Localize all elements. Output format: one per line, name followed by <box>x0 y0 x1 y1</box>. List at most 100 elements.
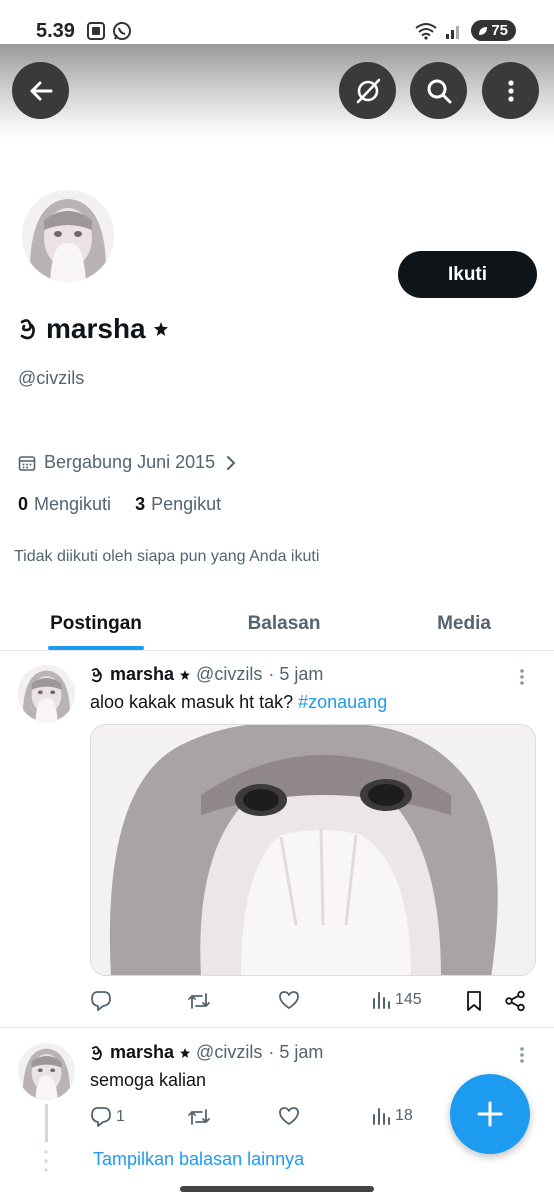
post-actions: 145 <box>90 990 536 1016</box>
chevron-right-icon <box>227 455 236 470</box>
more-options-button[interactable] <box>482 62 539 119</box>
joined-date: Bergabung Juni 2015 <box>44 452 216 472</box>
post-avatar[interactable] <box>18 1043 75 1100</box>
search-icon <box>427 79 451 103</box>
followers-label: Pengikut <box>151 494 222 514</box>
profile-display-name: marsha <box>18 313 168 345</box>
repost-icon <box>188 1109 210 1125</box>
followers-link[interactable]: 3 Pengikut <box>135 494 221 515</box>
star-icon <box>180 1047 191 1058</box>
bookmark-button[interactable] <box>465 990 483 1012</box>
post-author-name[interactable]: marsha <box>110 1042 174 1063</box>
joined-date-row[interactable]: Bergabung Juni 2015 <box>18 452 239 473</box>
show-more-replies-link[interactable]: Tampilkan balasan lainnya <box>93 1149 304 1170</box>
post-time: · 5 jam <box>268 1042 324 1062</box>
thread-line <box>45 1104 48 1142</box>
profile-handle: @civzils <box>18 368 85 388</box>
profile-banner <box>0 44 554 144</box>
heart-icon <box>279 1107 299 1125</box>
following-label: Mengikuti <box>34 494 112 514</box>
arrow-left-icon <box>30 81 52 100</box>
active-tab-indicator <box>48 646 144 650</box>
post-author-name[interactable]: marsha <box>110 664 174 685</box>
profile-name: marsha <box>46 313 146 344</box>
battery-level: 75 <box>491 22 508 39</box>
like-button[interactable] <box>278 990 304 1010</box>
star-icon <box>153 322 168 336</box>
curl-icon <box>20 319 35 340</box>
calendar-icon <box>18 455 36 471</box>
share-icon <box>505 990 525 1012</box>
views-chart-icon <box>373 1108 390 1125</box>
following-link[interactable]: 0 Mengikuti <box>18 494 111 515</box>
view-count: 145 <box>395 991 422 1008</box>
reply-icon <box>91 991 111 1011</box>
post-divider <box>0 1027 554 1028</box>
repost-button[interactable] <box>187 1106 215 1128</box>
wifi-icon <box>415 22 437 40</box>
battery-saver-icon <box>479 26 488 35</box>
reply-button[interactable] <box>90 990 116 1012</box>
bookmark-icon <box>467 991 481 1011</box>
grok-icon <box>356 78 380 103</box>
more-vertical-icon <box>507 79 514 102</box>
star-icon <box>180 669 191 680</box>
followers-count: 3 <box>135 494 146 514</box>
avatar-photo <box>22 190 114 282</box>
thread-dots-icon <box>44 1150 48 1172</box>
follow-button[interactable]: Ikuti <box>398 251 537 298</box>
avatar-photo <box>18 665 75 722</box>
profile-tabs: Postingan Balasan Media <box>0 596 554 651</box>
tab-balasan[interactable]: Balasan <box>216 596 352 651</box>
gesture-nav-bar[interactable] <box>180 1186 374 1192</box>
follow-stats: 0 Mengikuti 3 Pengikut <box>18 494 221 515</box>
post-more-button[interactable] <box>512 1045 532 1065</box>
battery-indicator: 75 <box>471 20 516 41</box>
followed-by-note: Tidak diikuti oleh siapa pun yang Anda i… <box>14 548 320 565</box>
views-chart-icon <box>373 992 390 1009</box>
reply-icon <box>91 1107 111 1127</box>
post-text: aloo kakak masuk ht tak? #zonauang <box>90 692 387 713</box>
plus-icon <box>477 1101 503 1127</box>
share-button[interactable] <box>504 990 526 1012</box>
post-photo <box>91 725 535 975</box>
post-avatar[interactable] <box>18 665 75 722</box>
post-body: aloo kakak masuk ht tak? <box>90 692 294 712</box>
status-notification-icons <box>86 21 132 41</box>
whatsapp-icon <box>113 22 131 40</box>
post-header: marsha @civzils · 5 jam <box>90 664 323 685</box>
status-time: 5.39 <box>36 20 75 42</box>
view-count: 18 <box>395 1107 413 1124</box>
signal-icon <box>446 25 460 39</box>
status-system-icons: 75 <box>415 20 516 41</box>
post-author-handle: @civzils <box>196 1042 263 1062</box>
grok-button[interactable] <box>339 62 396 119</box>
back-button[interactable] <box>12 62 69 119</box>
avatar-photo <box>18 1043 75 1100</box>
post-hashtag[interactable]: #zonauang <box>298 692 387 712</box>
like-button[interactable] <box>278 1106 304 1126</box>
views-button[interactable]: 145 <box>371 990 422 1010</box>
post-media-image[interactable] <box>90 724 536 976</box>
tab-media[interactable]: Media <box>396 596 532 651</box>
repost-button[interactable] <box>187 990 215 1012</box>
compose-post-button[interactable] <box>450 1074 530 1154</box>
search-button[interactable] <box>410 62 467 119</box>
tab-postingan[interactable]: Postingan <box>28 596 164 651</box>
following-count: 0 <box>18 494 29 514</box>
heart-icon <box>279 991 299 1009</box>
reply-count: 1 <box>116 1108 125 1125</box>
curl-icon <box>91 667 102 682</box>
reply-button[interactable]: 1 <box>90 1106 125 1128</box>
post-time: · 5 jam <box>268 664 324 684</box>
screen-record-icon <box>87 22 105 40</box>
curl-icon <box>91 1045 102 1060</box>
post-header: marsha @civzils · 5 jam <box>90 1042 323 1063</box>
views-button[interactable]: 18 <box>371 1106 413 1126</box>
post-author-handle: @civzils <box>196 664 263 684</box>
more-vertical-icon <box>520 669 524 685</box>
post-body: semoga kalian <box>90 1070 207 1090</box>
more-vertical-icon <box>520 1047 524 1063</box>
profile-avatar[interactable] <box>18 186 118 286</box>
post-more-button[interactable] <box>512 667 532 687</box>
